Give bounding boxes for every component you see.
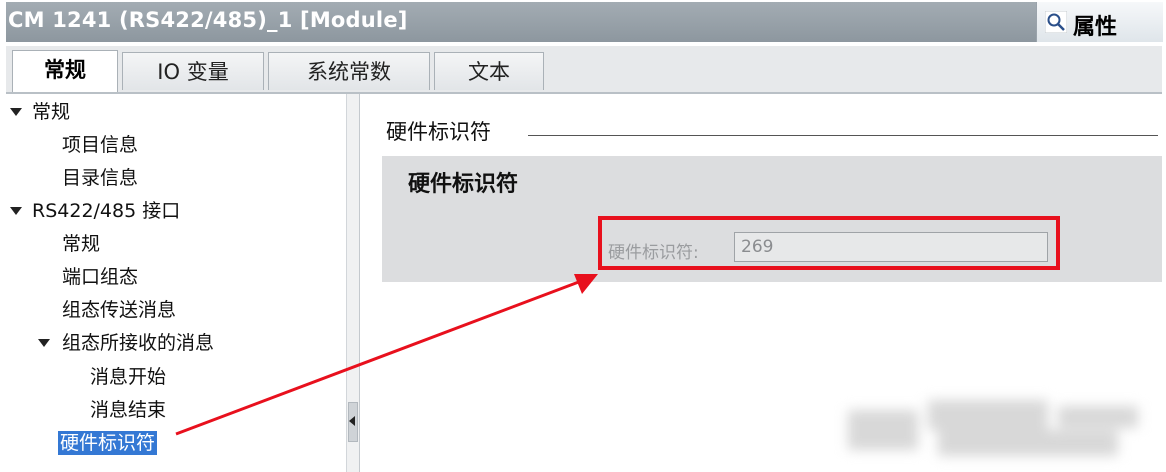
tab-bar: 常规 IO 变量 系统常数 文本 — [6, 46, 1162, 94]
tree-item-msg-start[interactable]: 消息开始 — [90, 365, 166, 389]
magnifier-icon — [1045, 11, 1067, 33]
tree-item-general[interactable]: 常规 — [32, 100, 70, 124]
tree-item-rs-general[interactable]: 常规 — [62, 232, 100, 256]
tree-item-receive-config[interactable]: 组态所接收的消息 — [62, 331, 214, 355]
expand-caret-icon[interactable] — [38, 339, 50, 347]
panel-splitter[interactable] — [346, 94, 360, 472]
tree-item-hw-identifier[interactable]: 硬件标识符 — [58, 431, 158, 455]
tab-system-constants[interactable]: 系统常数 — [268, 52, 430, 90]
properties-tab[interactable]: 属性 — [1036, 2, 1163, 42]
expand-caret-icon[interactable] — [10, 108, 22, 116]
tab-general[interactable]: 常规 — [12, 50, 118, 92]
tree-item-msg-end[interactable]: 消息结束 — [90, 398, 166, 422]
panel-heading: 硬件标识符 — [408, 172, 519, 197]
collapse-left-icon[interactable] — [349, 416, 355, 426]
tree-item-catalog-info[interactable]: 目录信息 — [62, 166, 138, 190]
blurred-watermark — [848, 400, 1148, 460]
title-bar: CM 1241 (RS422/485)_1 [Module] 属性 — [0, 0, 1166, 46]
section-title: 硬件标识符 — [386, 120, 491, 144]
tab-io-tags[interactable]: IO 变量 — [122, 52, 264, 90]
window-title: CM 1241 (RS422/485)_1 [Module] — [8, 8, 408, 32]
section-divider — [528, 135, 1158, 136]
tree-item-send-config[interactable]: 组态传送消息 — [62, 298, 176, 322]
tree-item-project-info[interactable]: 项目信息 — [62, 133, 138, 157]
properties-label: 属性 — [1073, 15, 1118, 40]
annotation-highlight-box — [598, 216, 1060, 270]
expand-caret-icon[interactable] — [10, 207, 22, 215]
tab-texts[interactable]: 文本 — [434, 52, 544, 90]
tree-item-port-config[interactable]: 端口组态 — [62, 265, 138, 289]
navigation-tree: 常规 项目信息 目录信息 RS422/485 接口 常规 端口组态 组态传送消息… — [0, 94, 346, 472]
tree-item-rs-interface[interactable]: RS422/485 接口 — [32, 199, 180, 223]
